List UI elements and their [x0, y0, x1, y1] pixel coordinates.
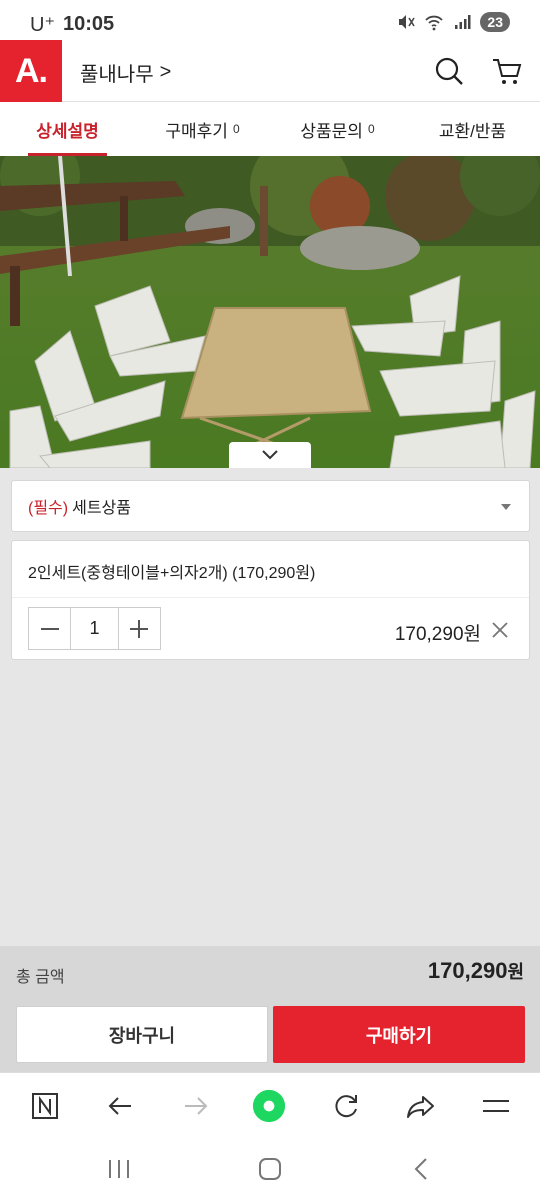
tab-label: 상품문의 — [300, 121, 363, 141]
decrease-button[interactable] — [29, 608, 70, 649]
hamburger-icon — [483, 1100, 509, 1112]
share-button[interactable] — [404, 1089, 438, 1123]
tab-label: 교환/반품 — [438, 121, 507, 141]
store-name: 풀내나무 — [80, 64, 154, 86]
store-name-link[interactable]: 풀내나무 > — [80, 58, 171, 87]
dropdown-arrow-icon — [501, 504, 511, 510]
share-icon — [407, 1096, 434, 1118]
option-select[interactable]: (필수) 세트상품 — [11, 480, 530, 532]
buy-now-button[interactable]: 구매하기 — [273, 1006, 525, 1063]
option-panel: (필수) 세트상품 2인세트(중형테이블+의자2개) (170,290원) 1 … — [0, 468, 540, 946]
recent-apps-icon[interactable] — [104, 1156, 134, 1182]
refresh-icon — [335, 1095, 357, 1118]
brand-logo[interactable]: A. — [0, 40, 62, 102]
wifi-icon — [425, 15, 444, 31]
tab-reviews[interactable]: 구매후기 0 — [135, 102, 270, 156]
total-bar: 총 금액 170,290원 — [0, 946, 540, 998]
tab-label: 상세설명 — [36, 121, 99, 141]
menu-button[interactable] — [479, 1089, 513, 1123]
required-tag: (필수) — [28, 500, 69, 517]
total-label: 총 금액 — [16, 969, 65, 986]
arrow-left-icon — [108, 1097, 131, 1115]
tab-count: 0 — [232, 122, 240, 136]
refresh-button[interactable] — [329, 1089, 363, 1123]
add-to-cart-button[interactable]: 장바구니 — [16, 1006, 268, 1063]
home-icon[interactable] — [255, 1156, 285, 1182]
browser-toolbar — [0, 1072, 540, 1138]
product-image — [0, 156, 540, 468]
tab-count: 0 — [367, 122, 375, 136]
option-label: 세트상품 — [72, 500, 131, 517]
signal-icon — [455, 15, 471, 29]
status-bar: U⁺ 10:05 23 — [0, 0, 540, 44]
search-icon[interactable] — [432, 54, 466, 88]
arrow-right-icon — [185, 1097, 208, 1115]
total-amount-value: 170,290 — [427, 958, 508, 983]
selected-item-name: 2인세트(중형테이블+의자2개) (170,290원) — [28, 565, 316, 582]
green-dot-icon — [252, 1089, 286, 1123]
naver-n-icon — [32, 1093, 58, 1119]
tab-description[interactable]: 상세설명 — [0, 102, 135, 156]
product-photo-illustration — [0, 156, 540, 468]
cart-icon[interactable] — [490, 54, 524, 88]
forward-button[interactable] — [179, 1089, 213, 1123]
total-amount-unit: 원 — [507, 962, 524, 982]
notification-badge: 23 — [480, 12, 510, 32]
plus-icon — [130, 619, 149, 638]
tab-questions[interactable]: 상품문의 0 — [270, 102, 405, 156]
divider — [12, 597, 529, 598]
collapse-toggle[interactable] — [229, 442, 311, 468]
tab-label: 구매후기 — [165, 121, 228, 141]
chevron-down-icon — [262, 450, 278, 460]
action-bar: 장바구니 구매하기 — [0, 998, 540, 1072]
chevron-right-icon: > — [159, 61, 172, 83]
close-icon[interactable] — [491, 621, 509, 639]
back-button[interactable] — [103, 1089, 137, 1123]
product-tabs: 상세설명 구매후기 0 상품문의 0 교환/반품 — [0, 102, 540, 156]
app-header: A. 풀내나무 > — [0, 40, 540, 102]
tab-exchange-return[interactable]: 교환/반품 — [405, 102, 540, 156]
carrier-label: U⁺ — [30, 14, 55, 36]
total-amount: 170,290원 — [428, 958, 524, 984]
clock: 10:05 — [63, 13, 115, 35]
selected-item-price: 170,290원 — [394, 624, 481, 645]
mute-icon — [399, 15, 416, 29]
back-nav-icon[interactable] — [406, 1156, 436, 1182]
quantity-stepper: 1 — [28, 607, 161, 650]
increase-button[interactable] — [119, 608, 160, 649]
naver-home-button[interactable] — [28, 1089, 62, 1123]
browser-home-button[interactable] — [252, 1089, 286, 1123]
minus-icon — [40, 627, 59, 630]
quantity-value[interactable]: 1 — [70, 608, 119, 649]
selected-item-card: 2인세트(중형테이블+의자2개) (170,290원) 1 170,290원 — [11, 540, 530, 660]
system-navigation — [0, 1138, 540, 1200]
